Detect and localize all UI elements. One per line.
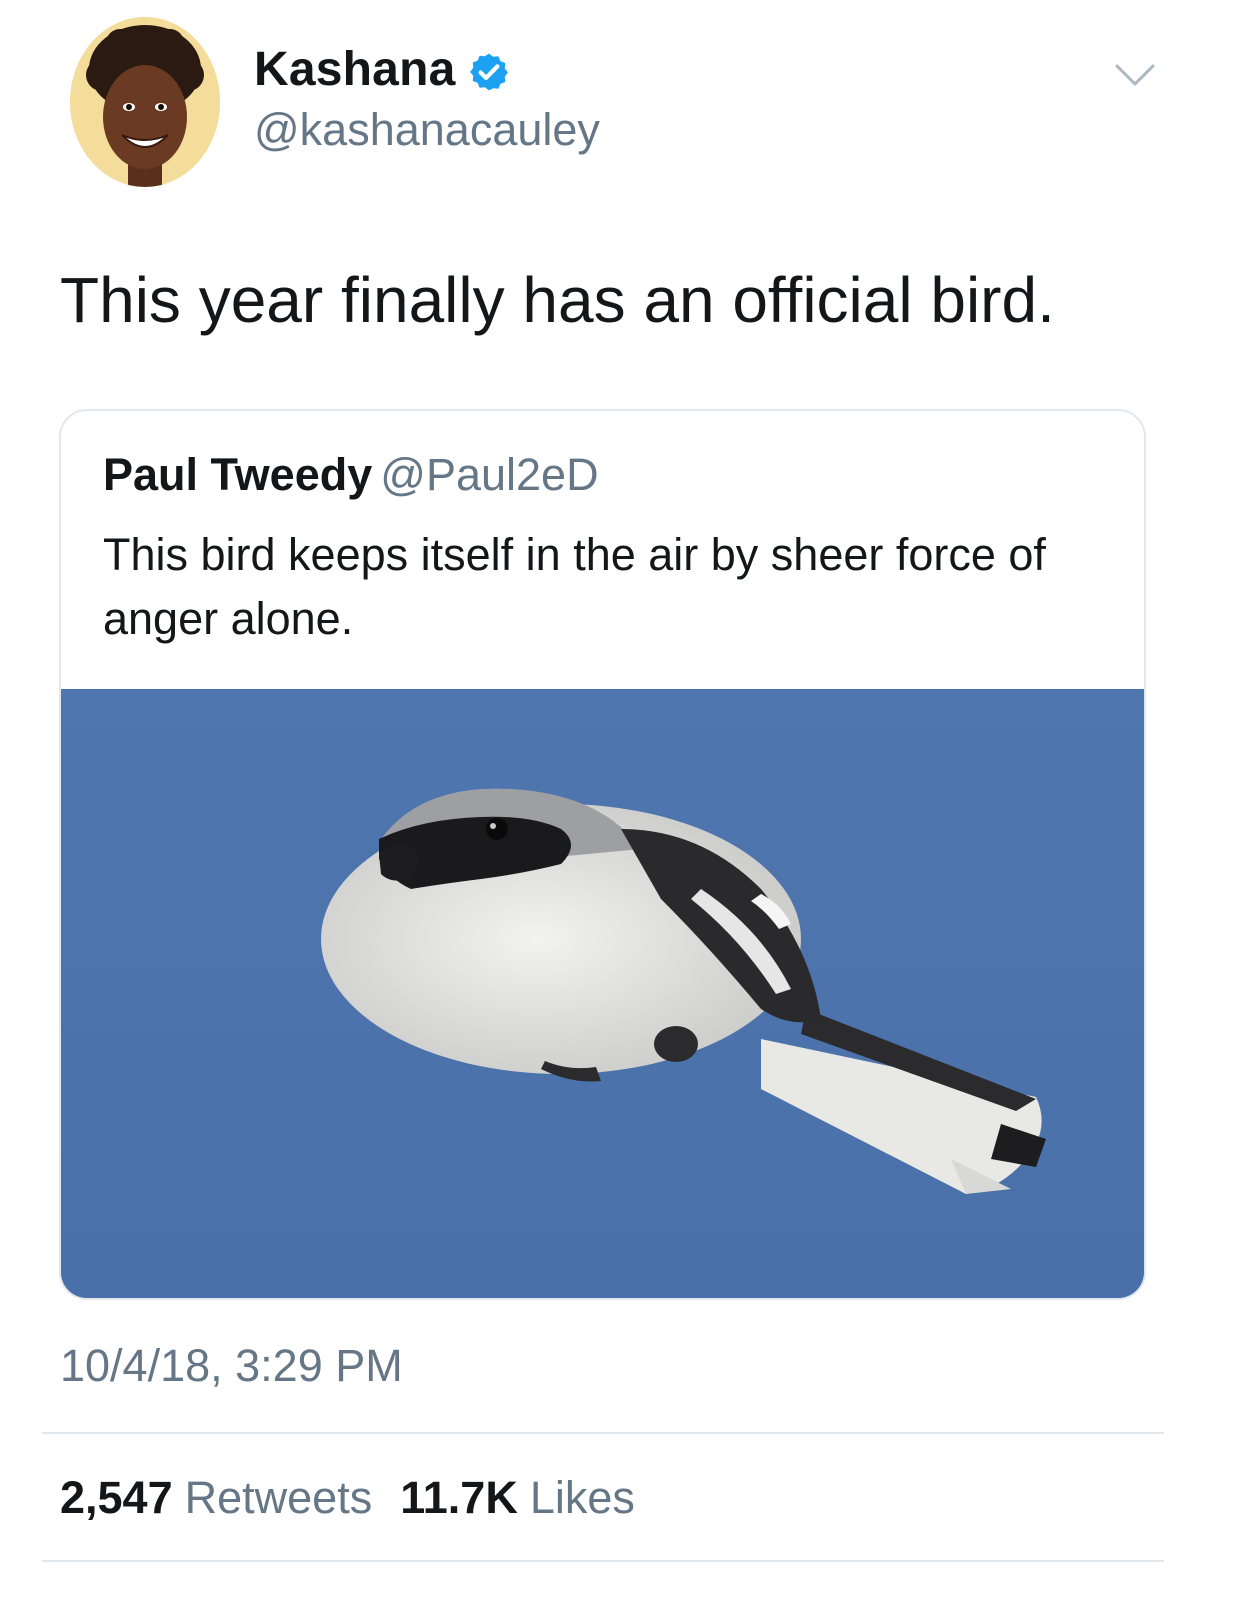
quoted-handle: @Paul2eD bbox=[380, 449, 599, 500]
quoted-tweet-card[interactable]: Paul Tweedy @Paul2eD This bird keeps itse… bbox=[59, 409, 1146, 1300]
divider bbox=[42, 1560, 1164, 1562]
verified-badge-icon bbox=[468, 51, 510, 93]
likes-count: 11.7K bbox=[400, 1472, 518, 1523]
quoted-tweet-header: Paul Tweedy @Paul2eD bbox=[103, 447, 599, 503]
avatar[interactable] bbox=[70, 17, 220, 187]
author-name-row: Kashana bbox=[254, 40, 510, 100]
divider bbox=[42, 1432, 1164, 1434]
display-name[interactable]: Kashana bbox=[254, 40, 456, 100]
quoted-tweet-text: This bird keeps itself in the air by she… bbox=[103, 529, 1046, 644]
retweets-label: Retweets bbox=[184, 1472, 373, 1523]
author-handle[interactable]: @kashanacauley bbox=[254, 102, 600, 158]
likes-stat[interactable]: 11.7K Likes bbox=[400, 1470, 635, 1526]
tweet-stats: 2,547 Retweets 11.7K Likes bbox=[60, 1470, 663, 1526]
quoted-display-name: Paul Tweedy bbox=[103, 449, 373, 500]
tweet-text: This year finally has an official bird. bbox=[60, 264, 1055, 336]
likes-label: Likes bbox=[529, 1472, 635, 1523]
tweet-timestamp[interactable]: 10/4/18, 3:29 PM bbox=[60, 1338, 403, 1394]
avatar-portrait bbox=[70, 17, 220, 187]
quoted-tweet-photo[interactable] bbox=[61, 689, 1144, 1298]
bird-photo bbox=[61, 689, 1144, 1298]
retweets-stat[interactable]: 2,547 Retweets bbox=[60, 1470, 372, 1526]
retweets-count: 2,547 bbox=[60, 1472, 173, 1523]
chevron-down-icon[interactable] bbox=[1114, 62, 1156, 88]
